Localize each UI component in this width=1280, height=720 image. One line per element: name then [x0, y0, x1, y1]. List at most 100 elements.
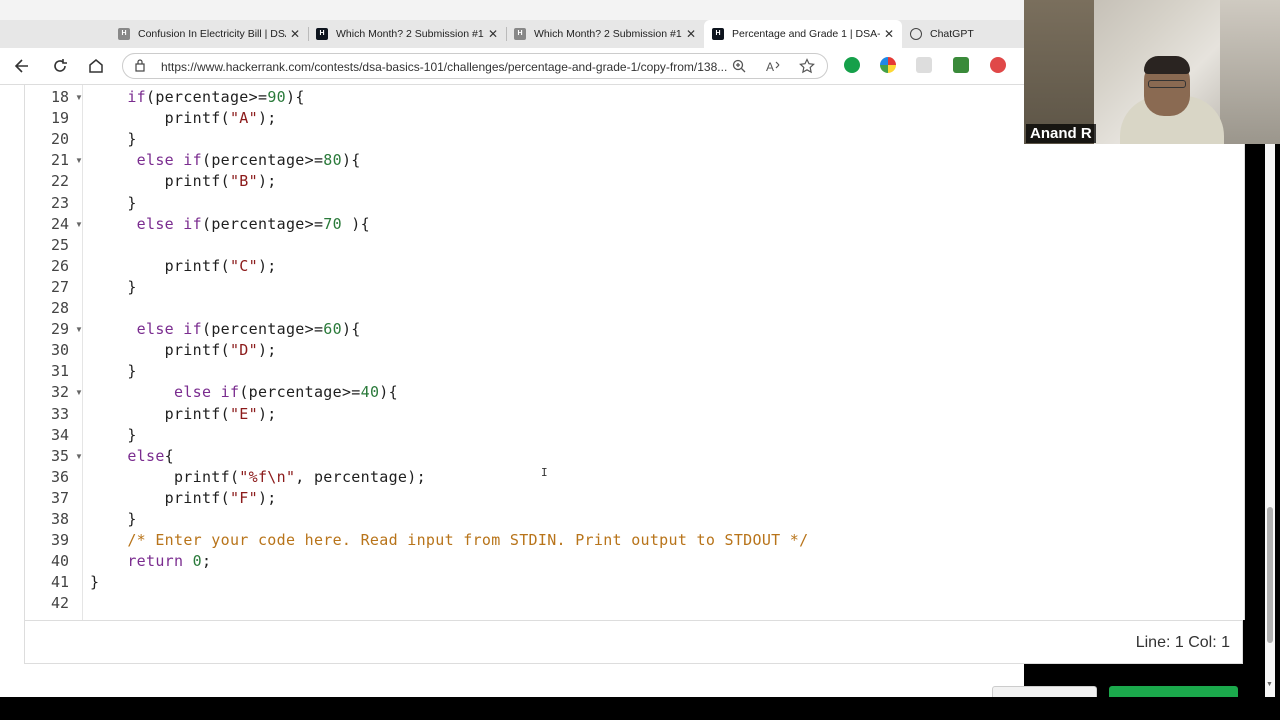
fold-arrow-icon[interactable]: ▼ — [75, 325, 83, 334]
zoom-icon[interactable] — [731, 58, 747, 74]
line-number: 21 — [50, 151, 69, 170]
line-number: 28 — [50, 299, 69, 317]
code-line[interactable]: return 0; — [90, 552, 211, 570]
code-token: printf( — [90, 109, 230, 128]
chatgpt-icon — [910, 28, 922, 40]
code-line[interactable]: else if(percentage>=80){ — [90, 151, 361, 169]
code-line[interactable]: } — [90, 510, 137, 528]
code-line[interactable]: printf("A"); — [90, 109, 277, 127]
svg-text:A: A — [766, 60, 774, 74]
person-glasses — [1148, 80, 1186, 88]
participant-name-label: Anand R — [1026, 124, 1096, 143]
code-line[interactable]: printf("E"); — [90, 405, 277, 423]
code-line[interactable]: printf("D"); — [90, 341, 277, 359]
video-background-right — [1220, 0, 1280, 144]
close-tab-icon[interactable]: ✕ — [488, 28, 498, 40]
adblock-extension-icon[interactable] — [990, 57, 1006, 73]
code-line[interactable]: } — [90, 362, 137, 380]
hackerrank-icon: H — [514, 28, 526, 40]
favorite-star-icon[interactable] — [799, 58, 815, 74]
scroll-thumb[interactable] — [1267, 507, 1273, 643]
code-line[interactable]: else{ — [90, 447, 174, 465]
editor-status-bar: Line: 1 Col: 1 — [24, 620, 1243, 664]
browser-tab[interactable]: H Confusion In Electricity Bill | DSA- ✕ — [110, 20, 308, 48]
line-number: 30 — [50, 341, 69, 360]
tab-title: Percentage and Grade 1 | DSA-Ba — [732, 28, 880, 40]
hackerrank-icon: H — [316, 28, 328, 40]
code-line[interactable]: } — [90, 194, 137, 212]
browser-tab[interactable]: H Which Month? 2 Submission #13 ✕ — [506, 20, 704, 48]
code-line[interactable]: else if(percentage>=70 ){ — [90, 215, 370, 233]
code-token: "D" — [229, 341, 258, 360]
fold-arrow-icon[interactable]: ▼ — [75, 388, 83, 397]
webcam-video: Anand R — [1024, 0, 1280, 144]
code-token: ); — [257, 404, 277, 423]
fold-arrow-icon[interactable]: ▼ — [75, 220, 83, 229]
code-line[interactable]: } — [90, 426, 137, 444]
bottom-bar — [0, 697, 1280, 720]
code-line[interactable]: printf("%f\n", percentage); — [90, 468, 426, 486]
code-token: "B" — [229, 172, 258, 191]
close-tab-icon[interactable]: ✕ — [686, 28, 696, 40]
fold-arrow-icon[interactable]: ▼ — [75, 156, 83, 165]
refresh-icon[interactable] — [50, 56, 70, 76]
back-icon[interactable] — [12, 56, 32, 76]
code-line[interactable]: if(percentage>=90){ — [90, 88, 305, 106]
mouse-cursor: I — [541, 466, 548, 479]
code-editor[interactable]: 18 ▼ 19 20 21 ▼ 22 23 24 ▼ 25 26 27 28 29 ▼ 30 31 32 ▼ 33 34 3… — [24, 85, 1245, 620]
address-bar[interactable]: https://www.hackerrank.com/contests/dsa-… — [122, 53, 828, 79]
code-line[interactable]: /* Enter your code here. Read input from… — [90, 531, 808, 549]
code-token: } — [90, 510, 137, 528]
code-line[interactable]: } — [90, 130, 137, 148]
code-line[interactable]: printf("B"); — [90, 172, 277, 190]
fold-arrow-icon[interactable]: ▼ — [75, 452, 83, 461]
line-number: 40 — [50, 552, 69, 571]
close-tab-icon[interactable]: ✕ — [884, 28, 894, 40]
home-icon[interactable] — [86, 56, 106, 76]
code-token: (percentage>= — [201, 151, 324, 170]
code-token: ){ — [285, 88, 305, 106]
close-tab-icon[interactable]: ✕ — [290, 28, 300, 40]
browser-tab[interactable]: H Which Month? 2 Submission #13 ✕ — [308, 20, 506, 48]
code-token: "A" — [229, 109, 258, 128]
code-line[interactable]: } — [90, 573, 99, 591]
code-line[interactable]: printf("F"); — [90, 489, 277, 507]
extension-icon[interactable] — [916, 57, 932, 73]
code-token: ); — [257, 341, 277, 360]
code-token: else — [127, 446, 165, 465]
browser-tab[interactable]: H Percentage and Grade 1 | DSA-Ba ✕ — [704, 20, 902, 48]
code-line[interactable]: printf("C"); — [90, 257, 277, 275]
read-aloud-icon[interactable]: A — [765, 58, 781, 74]
line-number: 19 — [50, 109, 69, 128]
code-token: 60 — [323, 320, 342, 339]
fold-arrow-icon[interactable]: ▼ — [75, 93, 83, 102]
code-token: } — [90, 362, 137, 381]
line-number: 35 — [50, 446, 69, 465]
code-line[interactable]: else if(percentage>=40){ — [90, 383, 398, 401]
code-token: (percentage>= — [201, 214, 324, 233]
browser-tab[interactable]: ChatGPT — [902, 20, 1012, 48]
line-number: 20 — [50, 130, 69, 149]
code-token: ){ — [379, 383, 398, 402]
code-token: printf( — [90, 467, 240, 486]
line-number: 36 — [50, 467, 69, 486]
code-token: else if — [136, 214, 202, 233]
code-token: else if — [136, 151, 202, 170]
grammarly-extension-icon[interactable] — [844, 57, 860, 73]
color-extension-icon[interactable] — [880, 57, 896, 73]
line-number: 42 — [50, 594, 69, 613]
lock-icon[interactable] — [135, 59, 145, 72]
code-line[interactable]: else if(percentage>=60){ — [90, 320, 361, 338]
cursor-position: Line: 1 Col: 1 — [1135, 634, 1230, 651]
line-number: 24 — [50, 214, 69, 233]
code-token: { — [164, 446, 174, 465]
scroll-down-icon[interactable]: ▼ — [1266, 681, 1273, 688]
url-text[interactable]: https://www.hackerrank.com/contests/dsa-… — [161, 60, 727, 74]
line-number: 23 — [50, 193, 69, 212]
tree-extension-icon[interactable] — [953, 57, 969, 73]
page-scrollbar[interactable]: ▲ ▼ — [1265, 85, 1275, 697]
code-line[interactable]: } — [90, 278, 137, 296]
